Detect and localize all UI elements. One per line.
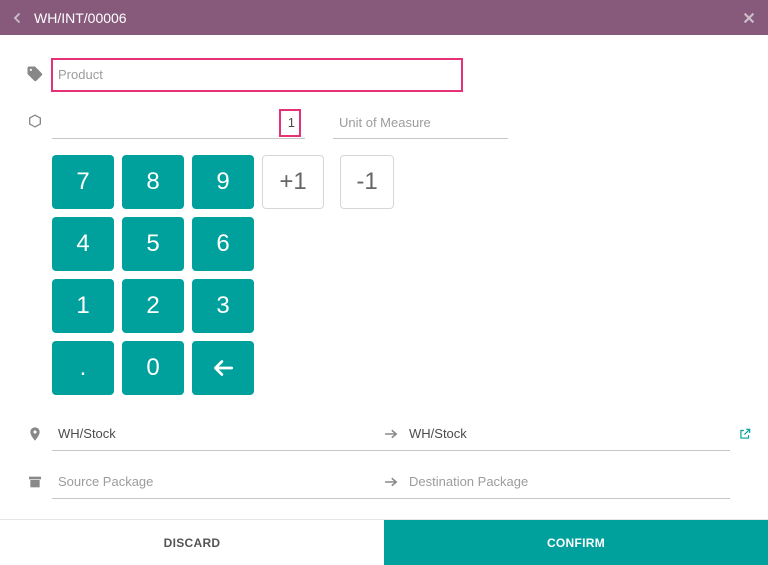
product-row [0,59,768,91]
key-plus1[interactable]: +1 [262,155,324,209]
form-body: 7 8 9 +1 -1 4 5 6 1 2 3 . 0 [0,35,768,519]
package-pair: Source Package Destination Package [52,465,730,499]
key-9[interactable]: 9 [192,155,254,209]
source-package-input[interactable]: Source Package [52,474,379,489]
footer-bar: DISCARD CONFIRM [0,519,768,565]
key-8[interactable]: 8 [122,155,184,209]
product-input[interactable] [52,59,462,91]
destination-package-input[interactable]: Destination Package [403,474,730,489]
key-6[interactable]: 6 [192,217,254,271]
back-icon[interactable] [12,12,28,24]
tag-icon [18,59,52,83]
package-row: Source Package Destination Package [18,465,756,499]
location-row: WH/Stock WH/Stock [18,417,756,451]
close-icon[interactable] [742,11,756,25]
key-4[interactable]: 4 [52,217,114,271]
key-5[interactable]: 5 [122,217,184,271]
key-2[interactable]: 2 [122,279,184,333]
arrow-right-icon [379,473,403,491]
page-title: WH/INT/00006 [28,10,742,26]
quantity-input[interactable] [52,107,305,139]
quantity-row [0,107,768,139]
arrow-right-icon [379,425,403,443]
location-pair: WH/Stock WH/Stock [52,417,730,451]
cube-icon [18,107,52,129]
destination-location-input[interactable]: WH/Stock [403,426,730,441]
key-1[interactable]: 1 [52,279,114,333]
uom-input[interactable] [333,107,508,139]
confirm-button[interactable]: CONFIRM [384,520,768,565]
key-backspace[interactable] [192,341,254,395]
header-bar: WH/INT/00006 [0,0,768,35]
archive-icon [18,474,52,490]
key-0[interactable]: 0 [122,341,184,395]
key-7[interactable]: 7 [52,155,114,209]
key-minus1[interactable]: -1 [340,155,394,209]
location-icon [18,426,52,442]
discard-button[interactable]: DISCARD [0,520,384,565]
number-keypad: 7 8 9 +1 -1 4 5 6 1 2 3 . 0 [52,155,750,395]
key-dot[interactable]: . [52,341,114,395]
source-location-input[interactable]: WH/Stock [52,426,379,441]
key-3[interactable]: 3 [192,279,254,333]
external-link-icon[interactable] [738,427,756,441]
